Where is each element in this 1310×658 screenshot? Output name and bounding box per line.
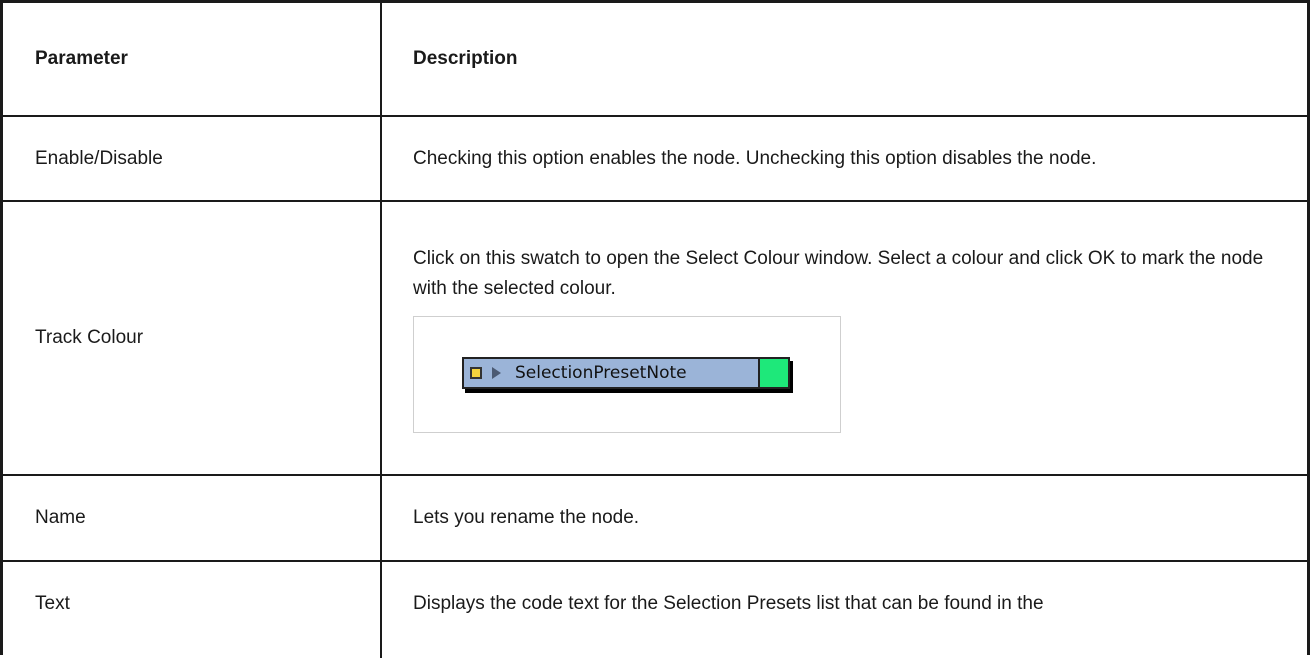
selection-preset-note-node[interactable]: SelectionPresetNote	[462, 357, 790, 389]
parameter-cell: Track Colour	[3, 202, 380, 474]
description-block: Click on this swatch to open the Select …	[413, 244, 1287, 433]
parameter-name: Track Colour	[35, 327, 144, 348]
expand-arrow-icon[interactable]	[492, 367, 501, 379]
header-description: Description	[382, 3, 1307, 115]
table-row: Name Lets you rename the node.	[3, 476, 1307, 562]
description-text: Lets you rename the node.	[413, 507, 640, 528]
table-row: Enable/Disable Checking this option enab…	[3, 117, 1307, 202]
node-label: SelectionPresetNote	[515, 363, 687, 383]
node-port-icon[interactable]	[470, 367, 482, 379]
parameter-name: Text	[35, 593, 70, 614]
table-header-row: Parameter Description	[3, 3, 1307, 117]
description-text: Displays the code text for the Selection…	[413, 593, 1044, 614]
description-text: Checking this option enables the node. U…	[413, 147, 1097, 169]
header-parameter: Parameter	[3, 3, 380, 115]
track-colour-swatch[interactable]	[758, 359, 788, 387]
description-cell: Checking this option enables the node. U…	[382, 117, 1307, 200]
parameter-cell: Name	[3, 476, 380, 560]
description-cell: Click on this swatch to open the Select …	[382, 202, 1307, 474]
parameter-cell: Text	[3, 562, 380, 658]
description-cell: Lets you rename the node.	[382, 476, 1307, 560]
description-cell: Displays the code text for the Selection…	[382, 562, 1307, 658]
table-row: Text Displays the code text for the Sele…	[3, 562, 1307, 658]
parameters-table: Parameter Description Enable/Disable Che…	[0, 0, 1310, 658]
header-description-label: Description	[413, 48, 518, 69]
header-parameter-label: Parameter	[35, 48, 128, 69]
description-text: Click on this swatch to open the Select …	[413, 248, 1264, 299]
node-screenshot: SelectionPresetNote	[413, 316, 841, 433]
parameter-name: Name	[35, 507, 86, 528]
parameter-name: Enable/Disable	[35, 147, 163, 169]
table-row: Track Colour Click on this swatch to ope…	[3, 202, 1307, 476]
parameter-cell: Enable/Disable	[3, 117, 380, 200]
